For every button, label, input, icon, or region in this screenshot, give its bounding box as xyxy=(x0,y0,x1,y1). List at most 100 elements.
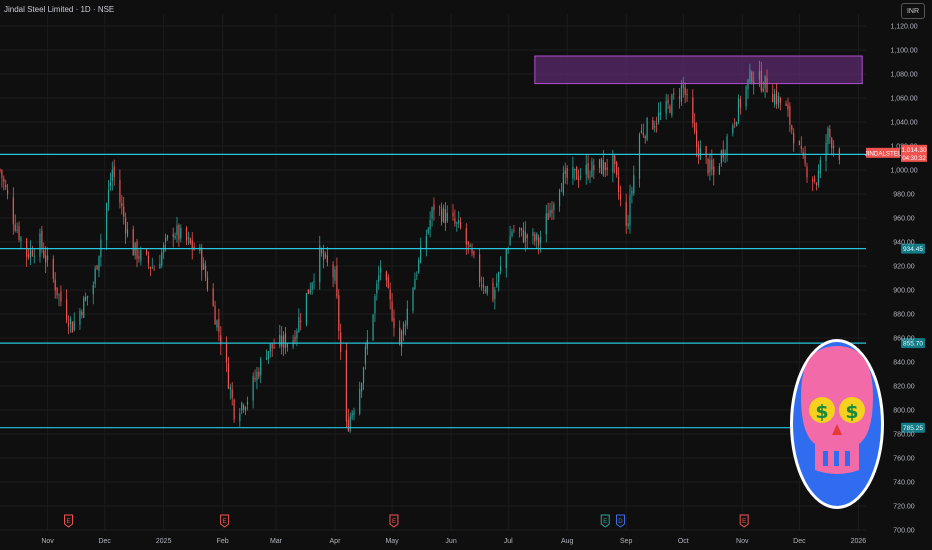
candle-body xyxy=(71,321,73,333)
candle-body xyxy=(359,389,361,414)
event-markers[interactable]: EEEEDE xyxy=(64,514,749,528)
candle-body xyxy=(817,170,820,186)
candle-body xyxy=(654,126,656,128)
candle-body xyxy=(399,327,401,345)
candle-body xyxy=(644,136,646,139)
candle-body xyxy=(745,86,747,107)
candle-body xyxy=(722,149,724,158)
candle-body xyxy=(414,278,416,290)
candle-body xyxy=(149,266,151,269)
candle-body xyxy=(281,335,283,347)
candle-body xyxy=(758,70,761,80)
candle-body xyxy=(404,324,407,326)
candle-body xyxy=(564,170,566,174)
candle-body xyxy=(819,160,821,174)
candle-body xyxy=(83,297,85,318)
candle-body xyxy=(298,317,300,332)
candle-body xyxy=(625,202,627,226)
horizontal-levels[interactable]: 1,013.00934.45855.70785.25 xyxy=(0,149,926,433)
candle-body xyxy=(140,250,142,261)
candle-body xyxy=(178,224,180,240)
candle-body xyxy=(107,189,110,204)
candle-body xyxy=(364,346,367,365)
event-label: E xyxy=(392,519,396,525)
candle-body xyxy=(338,295,340,331)
candle-body xyxy=(67,322,70,327)
candle-body xyxy=(751,71,753,83)
candle-body xyxy=(602,160,604,176)
candle-body xyxy=(492,282,494,301)
candle-body xyxy=(20,237,22,241)
candle-body xyxy=(680,85,682,102)
y-tick-label: 980.00 xyxy=(893,192,915,199)
candle-body xyxy=(707,158,709,174)
candle-body xyxy=(762,88,764,92)
candle-body xyxy=(480,284,483,286)
candle-body xyxy=(696,130,698,147)
candle-body xyxy=(58,294,60,296)
candle-body xyxy=(511,231,513,237)
candle-body xyxy=(113,166,115,177)
candle-body xyxy=(256,371,258,380)
candle-body xyxy=(591,161,593,177)
currency-button[interactable]: INR xyxy=(901,3,925,19)
candle-body xyxy=(206,277,209,290)
x-tick-label: Jul xyxy=(504,538,513,545)
candle-body xyxy=(332,264,334,278)
candle-body xyxy=(416,275,418,277)
candle-body xyxy=(791,125,793,130)
candle-body xyxy=(147,255,150,264)
svg-text:$: $ xyxy=(815,401,828,423)
candle-body xyxy=(709,160,711,173)
candle-body xyxy=(385,271,387,281)
candle-body xyxy=(789,106,791,125)
candle-body xyxy=(151,267,153,269)
candle-body xyxy=(212,288,214,306)
candle-body xyxy=(39,233,41,258)
candle-body xyxy=(132,229,134,256)
candle-body xyxy=(351,412,353,419)
candle-body xyxy=(427,228,429,233)
candle-body xyxy=(578,177,580,181)
candle-body xyxy=(5,185,7,188)
candle-body xyxy=(243,405,245,410)
candle-body xyxy=(652,120,654,130)
candle-body xyxy=(572,166,574,179)
candle-body xyxy=(387,276,389,289)
candle-body xyxy=(284,333,287,348)
candle-body xyxy=(739,98,741,108)
candle-body xyxy=(54,279,56,291)
candle-body xyxy=(425,235,427,250)
candle-body xyxy=(774,94,776,105)
candle-body xyxy=(3,178,5,182)
candle-body xyxy=(833,146,835,149)
candle-body xyxy=(749,69,751,82)
candle-body xyxy=(659,112,662,115)
candle-body xyxy=(458,220,460,224)
candle-body xyxy=(747,79,749,90)
candle-body xyxy=(446,212,448,222)
candle-body xyxy=(558,190,561,207)
candle-body xyxy=(81,311,83,316)
candle-body xyxy=(347,419,349,431)
candle-body xyxy=(713,166,715,175)
candle-body xyxy=(633,175,635,194)
candle-body xyxy=(309,289,311,294)
zone-rect[interactable] xyxy=(534,55,863,85)
candle-body xyxy=(105,203,108,241)
candle-body xyxy=(0,169,1,171)
candle-body xyxy=(513,230,515,232)
candle-body xyxy=(43,250,45,258)
resistance-zone[interactable] xyxy=(534,55,863,85)
candle-body xyxy=(534,234,536,242)
candle-body xyxy=(267,351,269,360)
candle-body xyxy=(52,258,54,279)
candle-body xyxy=(667,99,669,104)
candle-body xyxy=(252,376,254,401)
candle-body xyxy=(229,386,231,390)
candle-body xyxy=(734,122,736,124)
candle-body xyxy=(85,296,87,301)
event-label: E xyxy=(67,519,71,525)
candle-body xyxy=(831,138,833,149)
candle-body xyxy=(254,377,256,380)
